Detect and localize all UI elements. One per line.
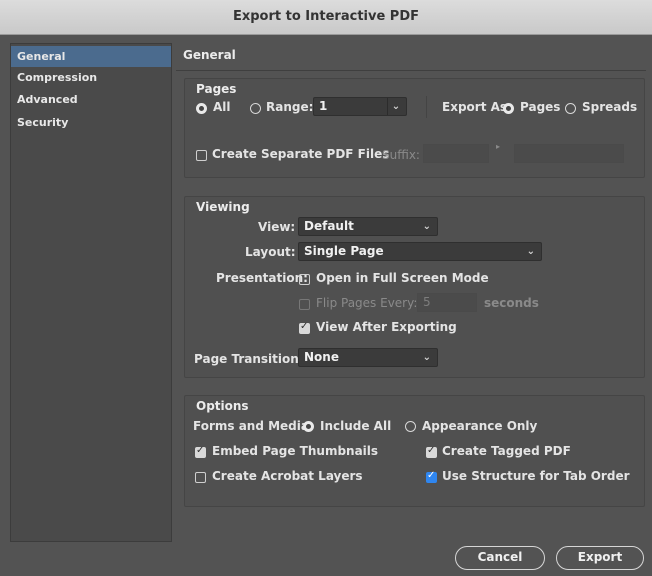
export-button[interactable]: Export <box>556 546 644 570</box>
pages-group <box>184 78 645 178</box>
chevron-down-icon: ⌄ <box>526 246 535 257</box>
use-structure-tab-order-label: Use Structure for Tab Order <box>442 469 630 483</box>
cancel-button[interactable]: Cancel <box>455 546 545 570</box>
appearance-only-label: Appearance Only <box>422 419 538 433</box>
view-label: View: <box>258 220 296 234</box>
export-as-pages-radio[interactable] <box>503 103 514 114</box>
pages-all-radio[interactable] <box>196 103 207 114</box>
suffix-input[interactable] <box>423 144 489 163</box>
page-transitions-label: Page Transitions: <box>194 352 311 366</box>
full-screen-label: Open in Full Screen Mode <box>316 271 489 285</box>
layout-value: Single Page <box>304 244 384 258</box>
create-acrobat-layers-checkbox[interactable] <box>195 472 206 483</box>
pages-range-radio[interactable] <box>250 103 261 114</box>
page-transitions-select[interactable]: None ⌄ <box>298 348 438 367</box>
window-title-bar: Export to Interactive PDF <box>0 0 652 35</box>
layout-select[interactable]: Single Page ⌄ <box>298 242 542 261</box>
layout-label: Layout: <box>245 245 296 259</box>
flip-pages-label: Flip Pages Every: <box>316 296 418 310</box>
create-tagged-pdf-checkbox[interactable] <box>426 445 437 458</box>
include-all-radio[interactable] <box>303 421 314 432</box>
create-tagged-pdf-label: Create Tagged PDF <box>442 444 571 458</box>
appearance-only-radio[interactable] <box>405 421 416 432</box>
options-group-label: Options <box>196 399 249 413</box>
view-after-exporting-label: View After Exporting <box>316 320 457 334</box>
full-screen-checkbox[interactable] <box>299 274 310 285</box>
pages-all-label: All <box>213 100 231 114</box>
chevron-down-icon: ⌄ <box>422 221 431 232</box>
title-divider <box>176 70 646 71</box>
export-as-label: Export As <box>442 100 508 114</box>
sidebar-item-security[interactable]: Security <box>11 112 171 133</box>
suffix-token-field[interactable] <box>514 144 624 163</box>
view-after-exporting-checkbox[interactable] <box>299 321 310 334</box>
embed-page-thumbnails-label: Embed Page Thumbnails <box>212 444 379 458</box>
flip-seconds-value: 5 <box>423 295 431 309</box>
export-as-spreads-radio[interactable] <box>565 103 576 114</box>
separator <box>426 96 427 118</box>
presentation-label: Presentation: <box>216 271 308 285</box>
range-value: 1 <box>319 99 328 113</box>
suffix-label: Suffix: <box>382 148 420 162</box>
sidebar-item-compression[interactable]: Compression <box>11 67 171 88</box>
embed-page-thumbnails-checkbox[interactable] <box>195 445 206 458</box>
viewing-group-label: Viewing <box>196 200 250 214</box>
pages-group-label: Pages <box>196 82 237 96</box>
export-as-pages-label: Pages <box>520 100 561 114</box>
forms-and-media-label: Forms and Media: <box>193 419 314 433</box>
flip-seconds-input[interactable]: 5 <box>417 293 477 312</box>
use-structure-tab-order-checkbox[interactable] <box>426 470 437 483</box>
export-as-spreads-label: Spreads <box>582 100 638 114</box>
create-separate-pdf-checkbox[interactable] <box>196 150 207 161</box>
flip-pages-checkbox[interactable] <box>299 299 310 310</box>
sidebar-item-advanced[interactable]: Advanced <box>11 89 171 110</box>
view-select[interactable]: Default ⌄ <box>298 217 438 236</box>
sidebar: General Compression Advanced Security <box>10 43 172 542</box>
pages-range-label: Range: <box>266 100 314 114</box>
page-transitions-value: None <box>304 350 339 364</box>
view-value: Default <box>304 219 354 233</box>
chevron-down-icon[interactable]: ⌄ <box>387 98 404 115</box>
sidebar-item-general[interactable]: General <box>11 46 171 67</box>
chevron-down-icon: ⌄ <box>422 352 431 363</box>
range-input[interactable]: 1 ⌄ <box>313 97 407 116</box>
include-all-label: Include All <box>320 419 392 433</box>
create-acrobat-layers-label: Create Acrobat Layers <box>212 469 363 483</box>
arrow-right-icon: ▸ <box>496 142 501 151</box>
seconds-label: seconds <box>484 296 539 310</box>
page-title: General <box>183 48 236 62</box>
create-separate-pdf-label: Create Separate PDF Files <box>212 147 390 161</box>
